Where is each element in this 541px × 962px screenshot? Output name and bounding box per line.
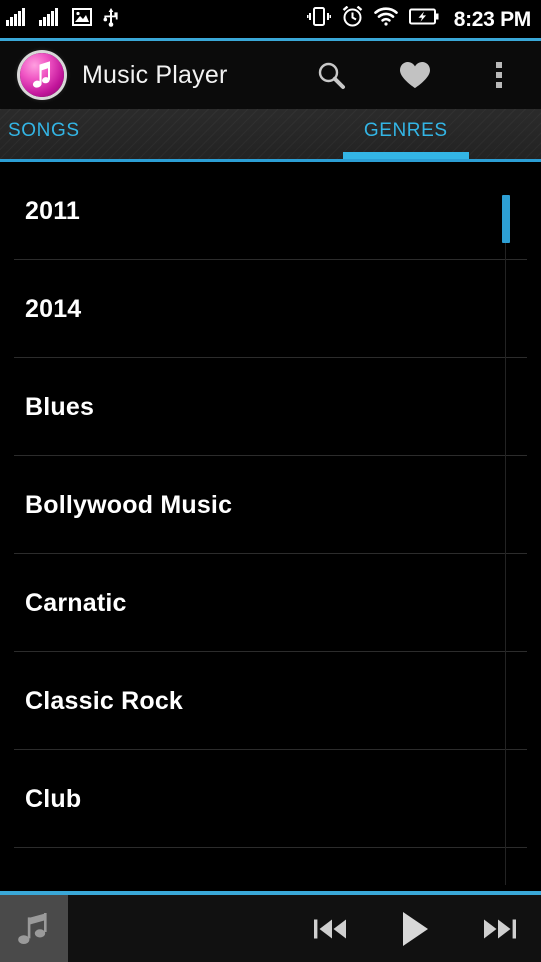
list-item[interactable]: Classic Rock	[0, 652, 541, 750]
player-controls	[289, 895, 541, 962]
tab-genres-label: GENRES	[363, 120, 448, 141]
list-item[interactable]: Bollywood Music	[0, 456, 541, 554]
list-item-label: Classic Rock	[25, 686, 184, 715]
list-item[interactable]: 2011	[0, 162, 541, 260]
overflow-menu-dots	[496, 62, 502, 88]
overflow-menu-icon[interactable]	[457, 41, 541, 109]
player-bar	[0, 895, 541, 962]
heart-icon[interactable]	[373, 41, 457, 109]
previous-button[interactable]	[289, 895, 373, 962]
tab-songs-label: SONGS	[8, 120, 80, 141]
battery-charging-icon	[408, 8, 439, 30]
status-bar-right-icons: 8:23 PM	[306, 5, 532, 32]
music-player-screen: 8:23 PM Music Player SONGS GENRES 2011 2…	[0, 0, 541, 962]
overflow-dot-2	[496, 72, 502, 78]
album-art-placeholder[interactable]	[0, 895, 68, 962]
list-item-label: 2011	[25, 196, 81, 225]
genre-list[interactable]: 2011 2014 Blues Bollywood Music Carnatic…	[0, 162, 541, 891]
image-icon	[72, 7, 92, 31]
list-item-label: Carnatic	[25, 588, 127, 617]
vibrate-icon	[306, 7, 331, 31]
usb-icon	[103, 7, 119, 32]
signal-bars-icon-2	[39, 7, 61, 31]
status-bar-clock: 8:23 PM	[453, 7, 532, 31]
play-button[interactable]	[373, 895, 457, 962]
list-item[interactable]: 2014	[0, 260, 541, 358]
alarm-clock-icon	[342, 5, 363, 32]
list-item-label: Bollywood Music	[25, 490, 233, 519]
list-item[interactable]: Carnatic	[0, 554, 541, 652]
tab-genres[interactable]: GENRES	[271, 109, 541, 159]
status-bar: 8:23 PM	[0, 0, 541, 38]
tab-songs[interactable]: SONGS	[0, 109, 271, 159]
list-item-label: 2014	[25, 294, 82, 323]
list-item-label: Blues	[25, 392, 95, 421]
signal-bars-icon-1	[6, 7, 28, 31]
action-bar: Music Player	[0, 41, 541, 109]
action-bar-actions	[289, 41, 541, 109]
music-note-logo	[20, 53, 64, 97]
scrollbar-thumb[interactable]	[502, 195, 510, 243]
overflow-dot-3	[496, 82, 502, 88]
status-bar-left-icons	[6, 7, 119, 32]
search-icon[interactable]	[289, 41, 373, 109]
wifi-icon	[373, 7, 398, 31]
app-title: Music Player	[82, 60, 228, 89]
list-item[interactable]: Blues	[0, 358, 541, 456]
scrollbar-track[interactable]	[505, 195, 506, 885]
list-item-label: Club	[25, 784, 82, 813]
overflow-dot-1	[496, 62, 502, 68]
tab-selected-indicator	[342, 152, 469, 159]
list-item[interactable]: Club	[0, 750, 541, 848]
tab-bar: SONGS GENRES	[0, 109, 541, 159]
next-button[interactable]	[457, 895, 541, 962]
